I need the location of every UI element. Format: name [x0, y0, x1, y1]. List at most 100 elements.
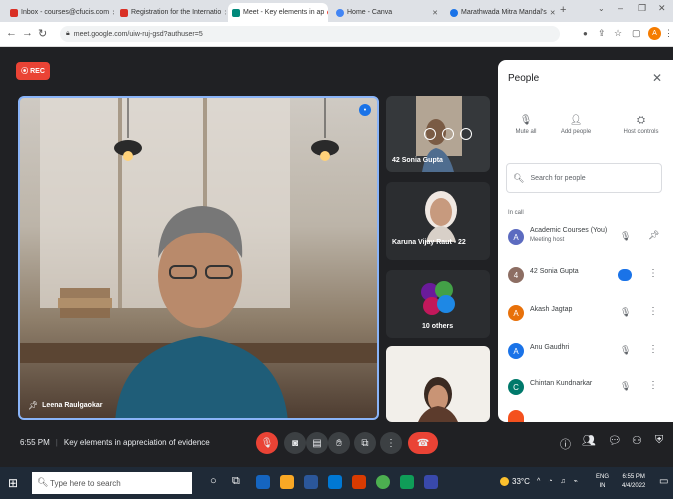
participant-row[interactable]: 4 42 Sonia Gupta ⋮: [498, 260, 673, 292]
mute-all-button[interactable]: 🎙︎ Mute all: [508, 115, 544, 135]
avatar: 4: [508, 267, 524, 283]
share-icon[interactable]: ⇪: [598, 28, 606, 39]
recording-dot-icon: [327, 10, 328, 15]
close-icon[interactable]: ✕: [432, 9, 438, 17]
close-icon[interactable]: ✕: [550, 9, 556, 17]
more-options-button[interactable]: ⋮: [380, 432, 402, 454]
participant-tile[interactable]: 42 Sonia Gupta: [386, 96, 490, 172]
minimize-icon[interactable]: –: [618, 3, 623, 13]
mic-off-icon[interactable]: 🎙︎: [620, 231, 631, 242]
mute-icon[interactable]: [442, 128, 454, 140]
notification-icon[interactable]: ▭: [659, 476, 668, 487]
remove-icon[interactable]: [460, 128, 472, 140]
present-button[interactable]: ⧉: [354, 432, 376, 454]
participant-row[interactable]: A Anu Gaudhri 🎙︎ ⋮: [498, 336, 673, 368]
self-video: [418, 377, 458, 422]
host-controls-icon: ⛭: [637, 115, 645, 126]
avatar: A: [508, 343, 524, 359]
pin-icon: 📌︎: [28, 401, 39, 410]
participant-row[interactable]: A Akash Jagtap 🎙︎ ⋮: [498, 298, 673, 330]
maximize-icon[interactable]: ❐: [638, 3, 646, 14]
tab-gmail[interactable]: Inbox - courses@cfucis.com ✕: [6, 3, 114, 22]
app-icon[interactable]: [424, 475, 438, 489]
mic-off-icon[interactable]: 🎙︎: [620, 345, 631, 356]
back-icon[interactable]: ←: [6, 27, 17, 39]
meet-icon: [232, 8, 240, 17]
self-view-tile[interactable]: [386, 346, 490, 422]
others-tile[interactable]: 10 others: [386, 270, 490, 338]
mic-off-icon[interactable]: 🎙︎: [620, 381, 631, 392]
camera-indicator-icon[interactable]: ●: [583, 29, 588, 38]
leave-call-button[interactable]: ☎︎: [408, 432, 438, 454]
powerpoint-icon[interactable]: [352, 475, 366, 489]
app-icon[interactable]: [400, 475, 414, 489]
meeting-details: 6:55 PM | Key elements in appreciation o…: [20, 438, 210, 447]
globe-icon: [450, 8, 458, 17]
forward-icon[interactable]: →: [22, 27, 33, 39]
main-speaker-video[interactable]: • 📌︎ Leena Raulgaokar: [18, 96, 379, 420]
word-icon[interactable]: [304, 475, 318, 489]
activities-icon[interactable]: ⚇: [632, 434, 642, 447]
file-explorer-icon[interactable]: [280, 475, 294, 489]
address-bar-row: ← → ↻ 🔒︎ meet.google.com/uiw-ruj-gsd?aut…: [0, 22, 673, 47]
new-tab-button[interactable]: +: [560, 4, 566, 16]
mic-off-icon[interactable]: 🎙︎: [620, 307, 631, 318]
camera-toggle-button[interactable]: ◙: [284, 432, 306, 454]
captions-button[interactable]: ▤: [306, 432, 328, 454]
close-icon[interactable]: ✕: [112, 9, 114, 17]
window-close-icon[interactable]: ✕: [658, 3, 666, 14]
edge-icon[interactable]: [256, 475, 270, 489]
mic-toggle-button[interactable]: 🎙︎: [256, 432, 278, 454]
mail-icon[interactable]: [328, 475, 342, 489]
info-icon[interactable]: ⓘ: [560, 436, 571, 452]
avatar: [508, 410, 524, 422]
participant-row[interactable]: C Chintan Kundnarkar 🎙︎ ⋮: [498, 372, 673, 404]
host-controls-icon[interactable]: ⛨: [655, 434, 663, 447]
taskbar-clock[interactable]: 6:55 PM 4/4/2022: [622, 473, 645, 491]
reload-icon[interactable]: ↻: [38, 27, 47, 40]
bookmark-star-icon[interactable]: ☆: [614, 28, 622, 39]
pin-icon[interactable]: [424, 128, 436, 140]
tab-meet[interactable]: Meet - Key elements in ap ✕: [228, 3, 328, 22]
extensions-icon[interactable]: ▢: [632, 28, 641, 39]
more-options-icon[interactable]: ⋮: [648, 306, 658, 317]
pin-icon[interactable]: 📌︎: [648, 230, 659, 241]
browser-tab-strip: Inbox - courses@cfucis.com ✕ Registratio…: [0, 0, 673, 22]
search-people-input[interactable]: 🔍︎ Search for people: [506, 163, 662, 193]
host-controls-button[interactable]: ⛭ Host controls: [612, 115, 670, 135]
close-panel-icon[interactable]: ✕: [652, 71, 662, 85]
tab-registration[interactable]: Registration for the Internatio ✕: [116, 3, 226, 22]
windows-start-icon[interactable]: ⊞: [8, 476, 18, 490]
chat-icon[interactable]: 💬︎: [608, 434, 622, 447]
raise-hand-button[interactable]: ✋︎: [328, 432, 350, 454]
url-input[interactable]: 🔒︎ meet.google.com/uiw-ruj-gsd?authuser=…: [60, 26, 560, 42]
taskbar-search-input[interactable]: 🔍︎ Type here to search: [32, 472, 192, 494]
more-options-icon[interactable]: ⋮: [648, 268, 658, 279]
more-options-icon[interactable]: ⋮: [648, 380, 658, 391]
people-icon[interactable]: 👥︎: [582, 434, 596, 447]
tile-name: 42 Sonia Gupta: [392, 157, 443, 164]
tile-name: Karuna Vijay Raut - 22: [392, 239, 466, 246]
tab-search-chevron-icon[interactable]: ⌄: [598, 4, 605, 13]
add-people-button[interactable]: 👤︎ Add people: [554, 115, 598, 135]
weather-widget[interactable]: 33°C: [500, 477, 530, 486]
tab-marathwada[interactable]: Marathwada Mitra Mandal's ✕: [446, 3, 556, 22]
chrome-icon[interactable]: [376, 475, 390, 489]
task-view-icon[interactable]: ⧉: [232, 475, 240, 488]
participant-tile[interactable]: Karuna Vijay Raut - 22: [386, 182, 490, 260]
avatar: C: [508, 379, 524, 395]
speaking-indicator-icon: [618, 269, 632, 281]
add-person-icon: 👤︎: [569, 115, 583, 126]
participant-row[interactable]: A Academic Courses (You) Meeting host 🎙︎…: [498, 222, 673, 254]
weather-icon: [500, 477, 509, 486]
more-options-icon: ⋮: [386, 437, 396, 449]
tab-canva[interactable]: Home - Canva ✕: [332, 3, 442, 22]
close-icon[interactable]: ✕: [224, 9, 226, 17]
more-options-icon[interactable]: ⋮: [648, 344, 658, 355]
profile-avatar[interactable]: A: [648, 27, 661, 40]
meeting-control-bar: 6:55 PM | Key elements in appreciation o…: [0, 422, 673, 467]
system-tray-icons[interactable]: ^ ◔ ♫ ⌁: [537, 477, 581, 485]
menu-icon[interactable]: ⋮: [664, 28, 673, 39]
cortana-icon[interactable]: ○: [210, 475, 217, 487]
language-indicator[interactable]: ENG IN: [596, 473, 609, 491]
